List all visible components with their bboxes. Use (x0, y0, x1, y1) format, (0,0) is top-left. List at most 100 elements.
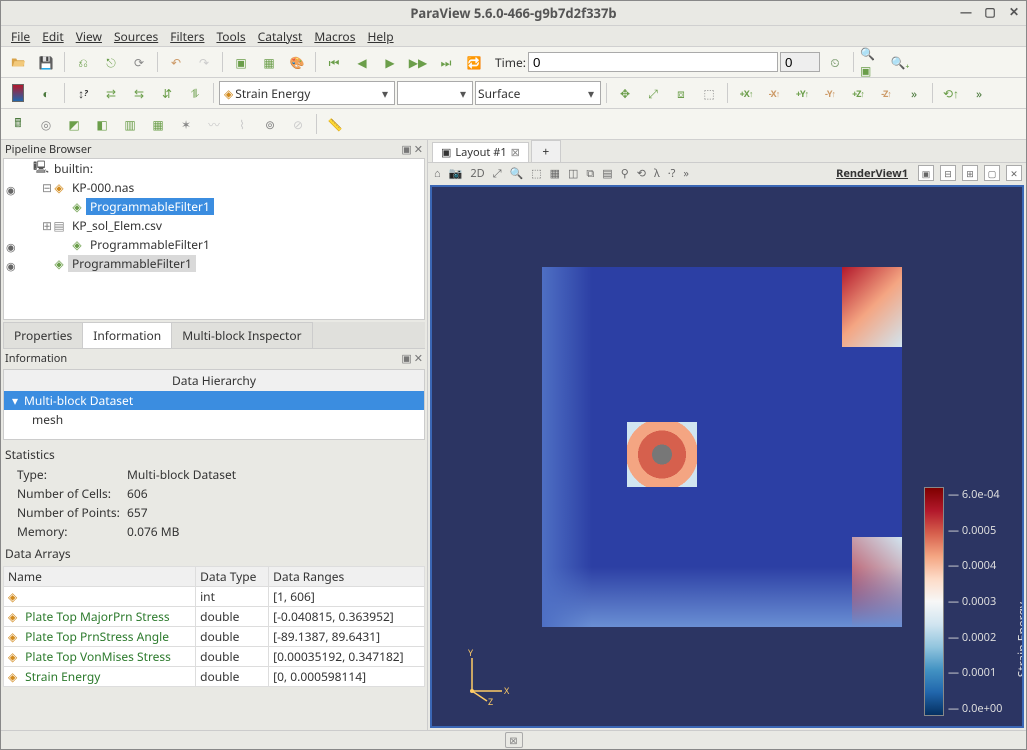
edit-colormap-icon[interactable]: ◐ (33, 80, 59, 106)
find-data-plus-icon[interactable]: 🔍₊ (887, 49, 913, 75)
slice-icon[interactable]: ◧ (89, 111, 115, 137)
data-hierarchy[interactable]: Data Hierarchy ▾Multi-block Dataset mesh (3, 369, 425, 440)
rescale-data-icon[interactable]: ⇆ (126, 80, 152, 106)
render-tool-13[interactable]: ·? (666, 166, 678, 181)
tab-multiblock[interactable]: Multi-block Inspector (171, 322, 312, 348)
toolbar-overflow-icon[interactable]: » (901, 80, 927, 106)
threshold-icon[interactable]: ▥ (117, 111, 143, 137)
menu-help[interactable]: Help (361, 28, 399, 45)
tab-properties[interactable]: Properties (3, 322, 83, 348)
pipeline-item[interactable]: 🖳builtin: (4, 159, 424, 178)
ungroup-icon[interactable]: ⊘ (285, 111, 311, 137)
time-index-input[interactable] (780, 52, 820, 72)
pipeline-item[interactable]: ⊟ ◈KP-000.nas (4, 178, 424, 197)
zoom-to-data-icon[interactable]: ⤢ (640, 80, 666, 106)
menu-edit[interactable]: Edit (36, 28, 69, 45)
array-row[interactable]: ◈ int[1, 606] (4, 587, 425, 607)
pipeline-item[interactable]: ◈ProgrammableFilter1 (4, 235, 424, 254)
render-tool-8[interactable]: ⧉ (584, 166, 596, 181)
render-tool-10[interactable]: ⚲ (619, 166, 631, 181)
render-tool-5[interactable]: ⬚ (529, 166, 543, 181)
reset-camera-icon[interactable]: ✥ (612, 80, 638, 106)
view-layout-btn-0[interactable]: ▣ (918, 165, 934, 181)
layout-add-button[interactable]: + (531, 140, 561, 162)
minus-x-icon[interactable]: -X↑ (761, 80, 787, 106)
calculator-icon[interactable]: 🖩 (5, 111, 31, 137)
zoom-box-icon[interactable]: ⧈ (668, 80, 694, 106)
contour-icon[interactable]: ◎ (33, 111, 59, 137)
render-tool-11[interactable]: ⟲ (635, 166, 648, 181)
statusbar-button[interactable]: ⊠ (505, 732, 523, 748)
array-selector[interactable]: ◈ Strain Energy ▾ (219, 81, 395, 105)
disconnect-icon[interactable]: ⎋ (98, 49, 124, 75)
group-icon[interactable]: ⊚ (257, 111, 283, 137)
view-layout-btn-3[interactable]: ▢ (984, 165, 1000, 181)
maximize-button[interactable]: ▢ (982, 3, 998, 19)
loop-icon[interactable]: 🔁 (461, 49, 487, 75)
toolbar-overflow2-icon[interactable]: » (966, 80, 992, 106)
render-tool-3[interactable]: ⤢ (491, 166, 504, 181)
menu-tools[interactable]: Tools (210, 28, 251, 45)
menu-sources[interactable]: Sources (108, 28, 164, 45)
colorbar-toggle-icon[interactable] (5, 80, 31, 106)
undo-icon[interactable]: ↶ (163, 49, 189, 75)
render-tool-7[interactable]: ◫ (566, 166, 580, 181)
menu-filters[interactable]: Filters (164, 28, 210, 45)
time-value-input[interactable] (528, 52, 778, 72)
auto-apply-icon[interactable]: ▦ (256, 49, 282, 75)
pipeline-float-icon[interactable]: ▣ (401, 142, 411, 157)
component-selector[interactable]: ▾ (397, 81, 473, 105)
array-row[interactable]: ◈ Plate Top PrnStress Angledouble[-89.13… (4, 627, 425, 647)
apply-icon[interactable]: ▣ (228, 49, 254, 75)
minimize-button[interactable]: — (958, 3, 974, 19)
array-row[interactable]: ◈ Plate Top VonMises Stressdouble[0.0003… (4, 647, 425, 667)
prev-frame-icon[interactable]: ◀ (349, 49, 375, 75)
rotate-90-icon[interactable]: ⟲↑ (938, 80, 964, 106)
last-frame-icon[interactable]: ⏭ (433, 49, 459, 75)
render-tool-12[interactable]: λ (652, 166, 662, 181)
ruler-icon[interactable]: 📏 (322, 111, 348, 137)
color-palette-icon[interactable]: 🎨 (284, 49, 310, 75)
render-tool-0[interactable]: ⌂ (432, 166, 443, 181)
next-frame-icon[interactable]: ▶▶ (405, 49, 431, 75)
save-icon[interactable]: 💾 (33, 49, 59, 75)
rubber-band-icon[interactable]: ⬚ (696, 80, 722, 106)
array-row[interactable]: ◈ Strain Energydouble[0, 0.000598114] (4, 667, 425, 687)
pipeline-item[interactable]: ⊞ ▤KP_sol_Elem.csv (4, 216, 424, 235)
rescale-visible-icon[interactable]: ⇵ (154, 80, 180, 106)
menu-file[interactable]: File (5, 28, 36, 45)
play-icon[interactable]: ▶ (377, 49, 403, 75)
render-tool-9[interactable]: ▤ (600, 166, 614, 181)
view-layout-btn-2[interactable]: ⊞ (962, 165, 978, 181)
minus-z-icon[interactable]: -Z↑ (873, 80, 899, 106)
connect-icon[interactable]: ⎌ (70, 49, 96, 75)
layout-tab[interactable]: ▣Layout #1⊠ (432, 142, 529, 162)
time-step-icon[interactable]: ⏲ (822, 49, 848, 75)
menu-macros[interactable]: Macros (308, 28, 361, 45)
reload-icon[interactable]: ⟳ (126, 49, 152, 75)
view-layout-btn-1[interactable]: ⊟ (940, 165, 956, 181)
data-arrays-table[interactable]: Name Data Type Data Ranges ◈ int[1, 606]… (3, 566, 425, 687)
pipeline-tree[interactable]: 🖳builtin:⊟ ◈KP-000.nas◈ProgrammableFilte… (3, 158, 425, 320)
extract-icon[interactable]: ▦ (145, 111, 171, 137)
pipeline-item[interactable]: ◈ProgrammableFilter1 (4, 254, 424, 273)
warp-icon[interactable]: ⌇ (229, 111, 255, 137)
pipeline-close-icon[interactable]: ✕ (414, 142, 423, 157)
array-row[interactable]: ◈ Plate Top MajorPrn Stressdouble[-0.040… (4, 607, 425, 627)
rescale-icon[interactable]: ↕? (70, 80, 96, 106)
tab-information[interactable]: Information (82, 322, 172, 348)
view-layout-btn-4[interactable]: ✕ (1006, 165, 1022, 181)
clip-icon[interactable]: ◩ (61, 111, 87, 137)
representation-selector[interactable]: Surface ▾ (475, 81, 601, 105)
color-legend[interactable]: — 6.0e-04— 0.0005— 0.0004— 0.0003— 0.000… (924, 487, 1014, 716)
render-tool-14[interactable]: » (681, 166, 691, 181)
info-close-icon[interactable]: ✕ (414, 351, 423, 366)
redo-icon[interactable]: ↷ (191, 49, 217, 75)
info-float-icon[interactable]: ▣ (401, 351, 411, 366)
find-data-icon[interactable]: 🔍▣ (859, 49, 885, 75)
renderview-name[interactable]: RenderView1 (836, 166, 908, 181)
first-frame-icon[interactable]: ⏮ (321, 49, 347, 75)
render-tool-1[interactable]: 📷 (447, 166, 465, 181)
pipeline-item[interactable]: ◈ProgrammableFilter1 (4, 197, 424, 216)
menu-catalyst[interactable]: Catalyst (252, 28, 309, 45)
